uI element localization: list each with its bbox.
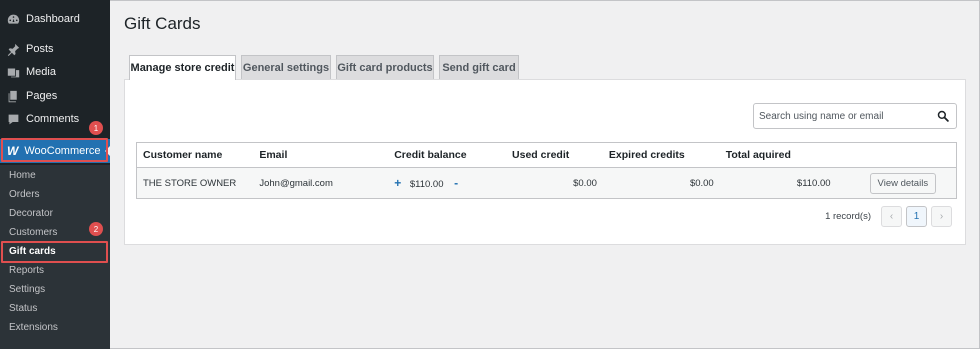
submenu-label: Settings — [9, 284, 46, 295]
store-credit-table: Customer name Email Credit balance Used … — [136, 142, 957, 199]
cell-email: John@gmail.com — [253, 167, 389, 199]
col-expired-credits: Expired credits — [602, 142, 720, 168]
menu-label-dashboard: Dashboard — [26, 13, 80, 25]
menu-label-comments: Comments — [26, 113, 80, 125]
add-credit-button[interactable]: + — [394, 176, 401, 190]
menu-item-posts[interactable]: Posts — [0, 38, 110, 60]
submenu-item-settings[interactable]: Settings — [0, 280, 110, 299]
remove-credit-button[interactable]: - — [454, 176, 458, 190]
tab-general-settings[interactable]: General settings — [241, 55, 331, 79]
submenu-label: Extensions — [9, 322, 58, 333]
cell-actions: View details — [836, 167, 957, 199]
callout-badge-1: 1 — [89, 121, 103, 135]
cell-total-aquired: $110.00 — [719, 167, 837, 199]
col-customer-name: Customer name — [136, 142, 254, 168]
credit-balance-value: $110.00 — [409, 179, 444, 190]
col-credit-balance: Credit balance — [388, 142, 507, 168]
page-title: Gift Cards — [124, 14, 201, 33]
search-box — [753, 103, 957, 129]
submenu-item-decorator[interactable]: Decorator — [0, 204, 110, 223]
current-menu-arrow-icon — [105, 146, 110, 156]
prev-page-button[interactable]: ‹ — [881, 206, 902, 227]
col-email: Email — [253, 142, 389, 168]
woocommerce-logo-icon: W — [7, 144, 19, 158]
menu-item-pages[interactable]: Pages — [0, 85, 110, 107]
col-total-aquired: Total aquired — [719, 142, 837, 168]
submenu-label: Customers — [9, 227, 58, 238]
submenu-label: Home — [9, 170, 36, 181]
menu-label-woocommerce: WooCommerce — [24, 145, 101, 157]
comment-icon — [6, 112, 20, 126]
cell-expired-credits: $0.00 — [602, 167, 720, 199]
menu-label-media: Media — [26, 66, 56, 78]
menu-item-woocommerce[interactable]: W WooCommerce — [0, 139, 110, 163]
pages-icon — [6, 89, 20, 103]
submenu-item-home[interactable]: Home — [0, 166, 110, 185]
table-header-row: Customer name Email Credit balance Used … — [136, 142, 957, 168]
submenu-label: Gift cards — [9, 246, 56, 257]
submenu-label: Status — [9, 303, 38, 314]
cell-used-credit: $0.00 — [506, 167, 603, 199]
cell-customer-name: THE STORE OWNER — [136, 167, 254, 199]
submenu-item-extensions[interactable]: Extensions — [0, 318, 110, 337]
search-input[interactable] — [754, 104, 924, 128]
pagination: 1 record(s) ‹ 1 › — [825, 206, 952, 227]
pushpin-icon — [6, 42, 20, 56]
submenu-item-status[interactable]: Status — [0, 299, 110, 318]
view-details-button[interactable]: View details — [869, 172, 937, 194]
submenu-item-gift-cards[interactable]: Gift cards — [0, 242, 110, 261]
tab-send-gift-card[interactable]: Send gift card — [439, 55, 519, 79]
table-row: THE STORE OWNER John@gmail.com + $110.00… — [136, 167, 957, 199]
page-1-button[interactable]: 1 — [906, 206, 927, 227]
col-actions — [836, 142, 957, 168]
submenu-label: Decorator — [9, 208, 53, 219]
tab-manage-store-credit[interactable]: Manage store credit — [129, 55, 236, 80]
media-icon — [6, 65, 20, 79]
store-credit-panel: Customer name Email Credit balance Used … — [124, 79, 966, 245]
callout-badge-2: 2 — [89, 222, 103, 236]
menu-label-pages: Pages — [26, 90, 58, 102]
dashboard-icon — [6, 12, 20, 26]
submenu-label: Reports — [9, 265, 45, 276]
woocommerce-submenu: Home Orders Decorator Customers Gift car… — [0, 165, 110, 349]
menu-item-media[interactable]: Media — [0, 61, 110, 83]
col-used-credit: Used credit — [506, 142, 603, 168]
menu-label-posts: Posts — [26, 43, 54, 55]
cell-credit-balance: + $110.00 - — [388, 167, 507, 199]
record-count: 1 record(s) — [825, 211, 871, 222]
admin-sidebar: Dashboard Posts Media Pages Comments W W… — [0, 0, 110, 349]
tab-gift-card-products[interactable]: Gift card products — [336, 55, 434, 79]
search-icon[interactable] — [937, 110, 949, 122]
submenu-label: Orders — [9, 189, 40, 200]
menu-item-dashboard[interactable]: Dashboard — [0, 8, 110, 30]
submenu-item-orders[interactable]: Orders — [0, 185, 110, 204]
next-page-button[interactable]: › — [931, 206, 952, 227]
submenu-item-reports[interactable]: Reports — [0, 261, 110, 280]
